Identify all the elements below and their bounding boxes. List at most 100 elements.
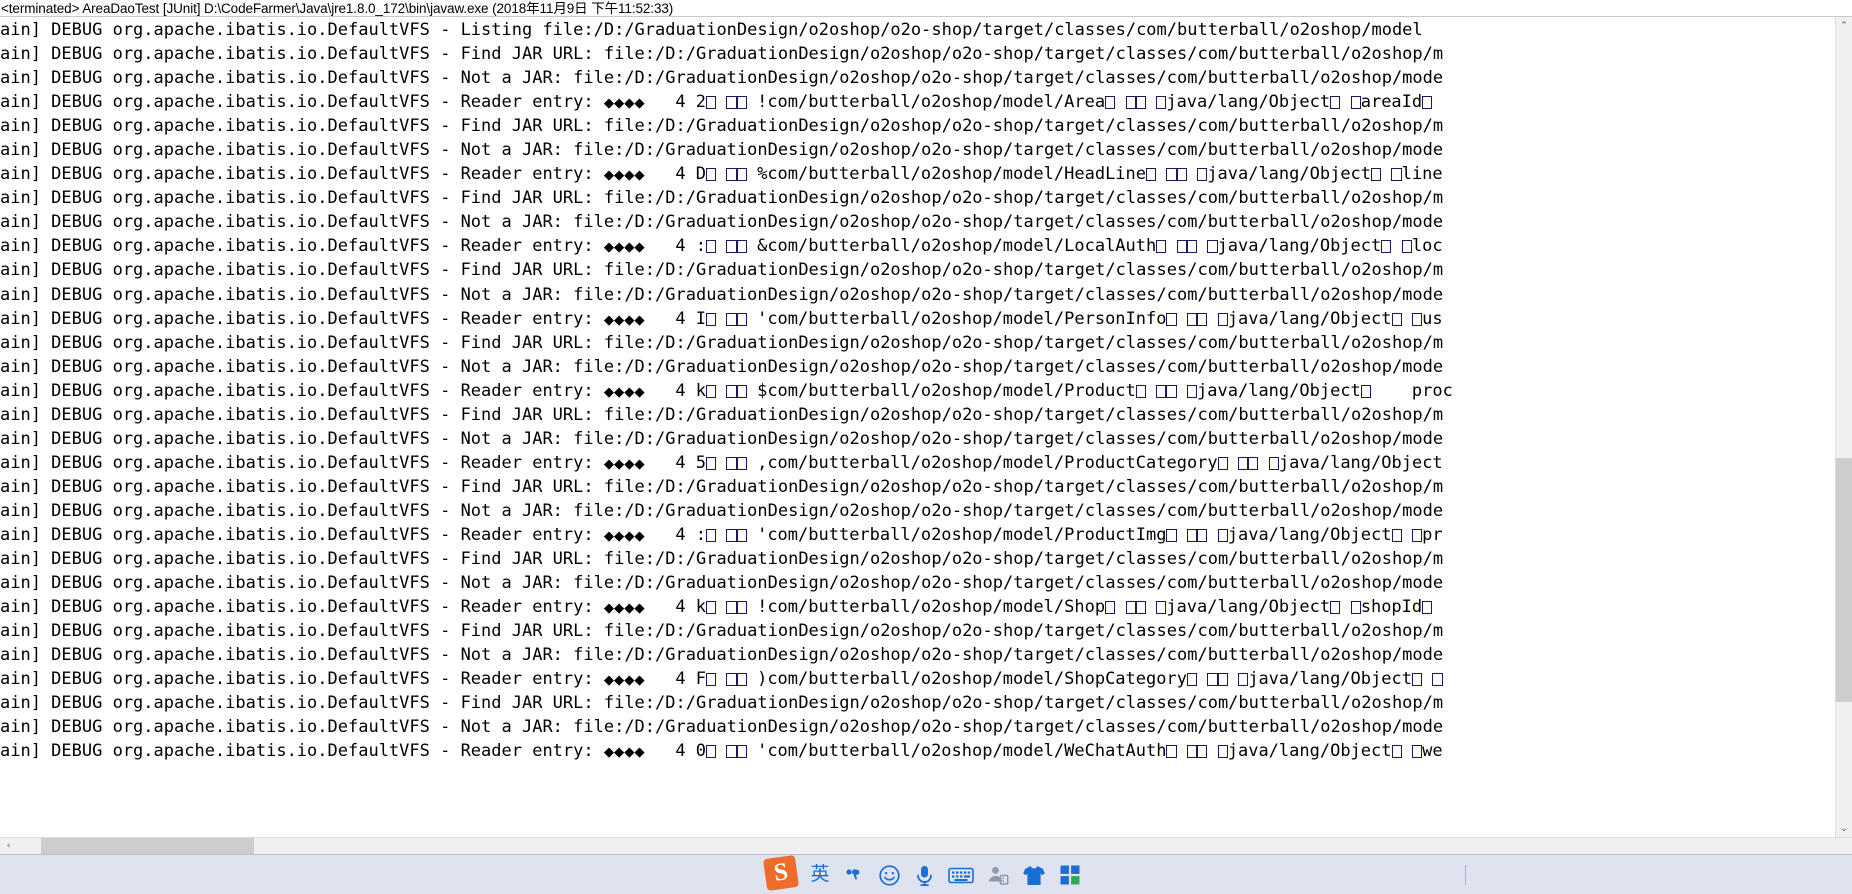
unmapped-glyph-box (1176, 168, 1187, 182)
console-log-line: ain] DEBUG org.apache.ibatis.io.DefaultV… (0, 523, 1835, 547)
console-log-line: ain] DEBUG org.apache.ibatis.io.DefaultV… (0, 332, 1444, 353)
unmapped-glyph-box (736, 240, 747, 254)
unmapped-glyph-box (1330, 601, 1341, 615)
unmapped-glyph-box (726, 745, 737, 759)
scroll-down-arrow-icon[interactable]: ⌄ (1836, 820, 1852, 837)
unmapped-glyph-box (1166, 312, 1177, 326)
console-log-line: ain] DEBUG org.apache.ibatis.io.DefaultV… (0, 500, 1444, 521)
unmapped-glyph-box (726, 312, 737, 326)
replacement-glyph: ◆ (614, 381, 625, 402)
vertical-scrollbar-thumb[interactable] (1836, 458, 1852, 703)
soft-keyboard-icon[interactable] (948, 862, 974, 888)
replacement-glyph: ◆ (614, 670, 625, 691)
replacement-glyph: ◆ (624, 453, 635, 474)
unmapped-glyph-box (1432, 673, 1443, 687)
replacement-glyph: ◆ (603, 670, 615, 691)
replacement-glyph: ◆ (614, 93, 625, 114)
unmapped-glyph-box (706, 240, 717, 254)
scroll-up-arrow-icon[interactable]: ⌃ (1836, 17, 1852, 34)
replacement-glyph: ◆ (614, 309, 625, 330)
ime-language-mode-button[interactable]: 英 (810, 862, 830, 888)
user-account-icon[interactable] (987, 862, 1009, 888)
console-log-line: ain] DEBUG org.apache.ibatis.io.DefaultV… (0, 476, 1444, 497)
console-body: ain] DEBUG org.apache.ibatis.io.DefaultV… (0, 17, 1852, 837)
replacement-glyph: ◆ (603, 742, 615, 763)
console-log-line: ain] DEBUG org.apache.ibatis.io.DefaultV… (0, 260, 1444, 281)
eclipse-console-window: <terminated> AreaDaoTest [JUnit] D:\Code… (0, 0, 1852, 894)
unmapped-glyph-box (706, 384, 717, 398)
console-log-line: ain] DEBUG org.apache.ibatis.io.DefaultV… (0, 739, 1835, 763)
unmapped-glyph-box (726, 96, 737, 110)
console-log-line: ain] DEBUG org.apache.ibatis.io.DefaultV… (0, 379, 1835, 403)
console-output-text[interactable]: ain] DEBUG org.apache.ibatis.io.DefaultV… (0, 17, 1835, 837)
console-log-line: ain] DEBUG org.apache.ibatis.io.DefaultV… (0, 212, 1444, 233)
unmapped-glyph-box (1217, 312, 1228, 326)
console-log-line: ain] DEBUG org.apache.ibatis.io.DefaultV… (0, 621, 1444, 642)
unmapped-glyph-box (706, 96, 717, 110)
unmapped-glyph-box (1186, 312, 1198, 326)
unmapped-glyph-box (1350, 601, 1361, 615)
replacement-glyph: ◆ (624, 742, 635, 763)
replacement-glyph: ◆ (634, 598, 645, 619)
unmapped-glyph-box (1135, 96, 1146, 110)
console-log-line: ain] DEBUG org.apache.ibatis.io.DefaultV… (0, 451, 1835, 475)
console-launch-title: <terminated> AreaDaoTest [JUnit] D:\Code… (0, 0, 1852, 17)
replacement-glyph: ◆ (624, 237, 635, 258)
emoji-icon[interactable] (878, 862, 901, 888)
console-log-line: ain] DEBUG org.apache.ibatis.io.DefaultV… (0, 188, 1444, 209)
replacement-glyph: ◆ (634, 525, 645, 546)
replacement-glyph: ◆ (603, 525, 615, 546)
console-log-line: ain] DEBUG org.apache.ibatis.io.DefaultV… (0, 284, 1444, 305)
scroll-left-arrow-icon[interactable]: ‹ (0, 838, 17, 854)
unmapped-glyph-box (1125, 601, 1136, 615)
unmapped-glyph-box (726, 528, 737, 542)
replacement-glyph: ◆ (614, 453, 625, 474)
replacement-glyph: ◆ (634, 381, 645, 402)
unmapped-glyph-box (736, 312, 747, 326)
unmapped-glyph-box (1166, 745, 1177, 759)
unmapped-glyph-box (1186, 240, 1198, 254)
replacement-glyph: ◆ (634, 670, 645, 691)
replacement-glyph: ◆ (634, 93, 645, 114)
punctuation-toggle-icon[interactable] (843, 862, 865, 888)
replacement-glyph: ◆ (603, 598, 615, 619)
unmapped-glyph-box (726, 240, 737, 254)
unmapped-glyph-box (1422, 96, 1433, 110)
unmapped-glyph-box (1156, 240, 1167, 254)
vertical-scrollbar-track[interactable] (1836, 34, 1852, 820)
horizontal-scrollbar-track[interactable] (17, 838, 1852, 854)
unmapped-glyph-box (1186, 745, 1198, 759)
unmapped-glyph-box (1217, 673, 1228, 687)
unmapped-glyph-box (1166, 384, 1177, 398)
unmapped-glyph-box (706, 528, 717, 542)
unmapped-glyph-box (1411, 528, 1423, 542)
console-log-line: ain] DEBUG org.apache.ibatis.io.DefaultV… (0, 356, 1444, 377)
unmapped-glyph-box (706, 745, 717, 759)
console-log-line: ain] DEBUG org.apache.ibatis.io.DefaultV… (0, 162, 1835, 186)
unmapped-glyph-box (1197, 528, 1208, 542)
horizontal-scrollbar[interactable]: ‹ (0, 837, 1852, 854)
horizontal-scrollbar-thumb[interactable] (40, 838, 254, 854)
replacement-glyph: ◆ (624, 598, 635, 619)
replacement-glyph: ◆ (603, 453, 615, 474)
replacement-glyph: ◆ (624, 525, 635, 546)
unmapped-glyph-box (736, 601, 747, 615)
replacement-glyph: ◆ (614, 742, 625, 763)
voice-input-icon[interactable] (914, 862, 935, 888)
vertical-scrollbar[interactable]: ⌃ ⌄ (1835, 17, 1852, 837)
skin-tshirt-icon[interactable] (1022, 862, 1046, 888)
toolbox-icon[interactable] (1059, 862, 1081, 888)
unmapped-glyph-box (1156, 96, 1167, 110)
console-log-line: ain] DEBUG org.apache.ibatis.io.DefaultV… (0, 404, 1444, 425)
unmapped-glyph-box (1401, 240, 1412, 254)
unmapped-glyph-box (1238, 456, 1249, 470)
unmapped-glyph-box (1146, 168, 1157, 182)
replacement-glyph: ◆ (624, 309, 635, 330)
unmapped-glyph-box (1411, 673, 1423, 687)
sogou-ime-toolbar[interactable]: S 英 (762, 854, 1081, 894)
replacement-glyph: ◆ (634, 309, 645, 330)
console-log-line: ain] DEBUG org.apache.ibatis.io.DefaultV… (0, 90, 1835, 114)
unmapped-glyph-box (736, 456, 747, 470)
sogou-logo-icon[interactable]: S (762, 854, 800, 892)
unmapped-glyph-box (1360, 384, 1371, 398)
